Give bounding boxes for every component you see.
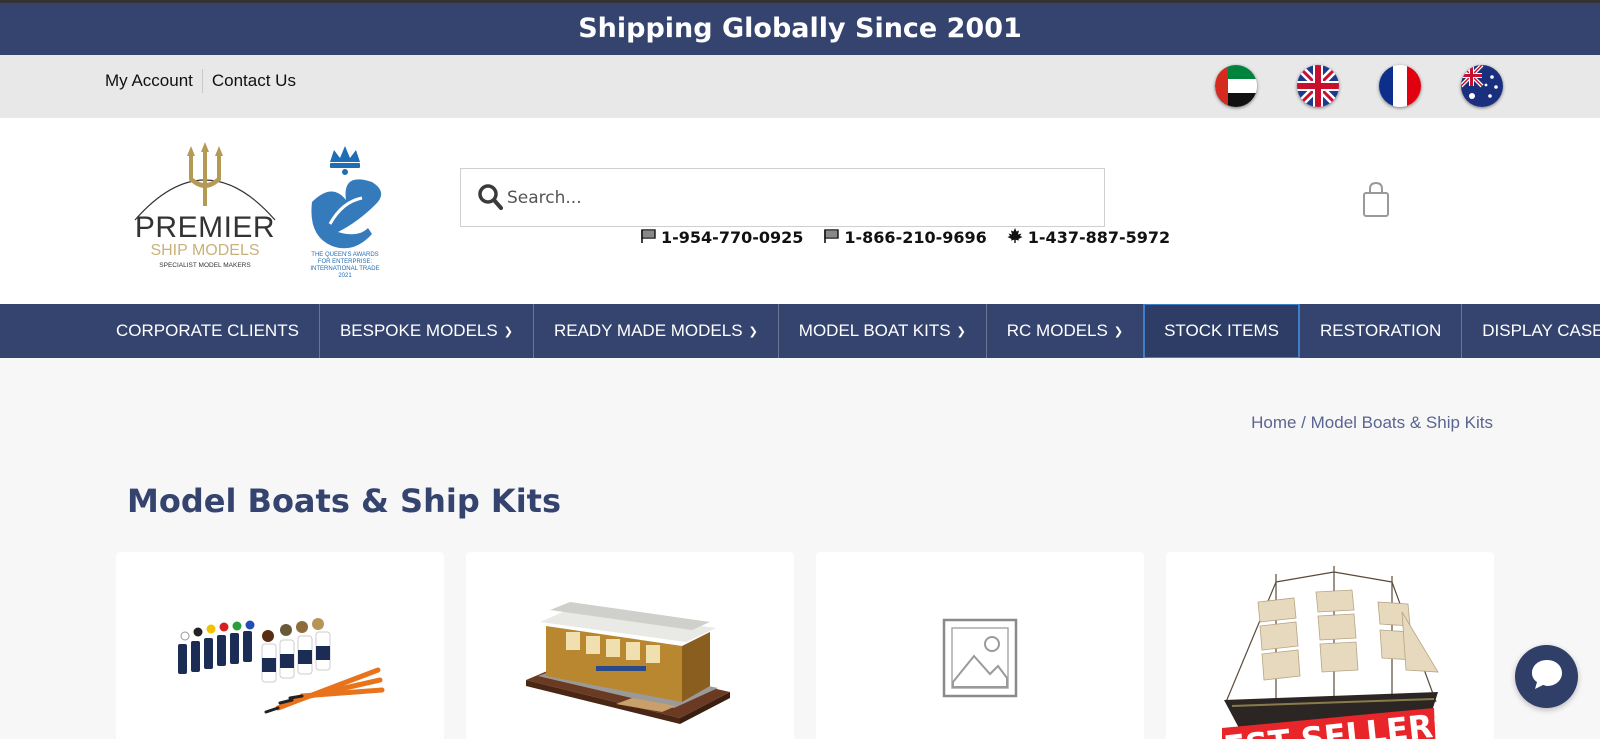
australia-flag-icon[interactable] [1461, 65, 1503, 107]
nav-model-boat-kits[interactable]: MODEL BOAT KITS ❯ [779, 304, 987, 358]
breadcrumb: Home / Model Boats & Ship Kits [1251, 413, 1493, 433]
search-form[interactable] [460, 168, 1105, 227]
nav-corporate-clients[interactable]: CORPORATE CLIENTS [96, 304, 320, 358]
nav-restoration[interactable]: RESTORATION [1300, 304, 1463, 358]
nav-label: STOCK ITEMS [1164, 321, 1280, 340]
cable-car-model-image[interactable] [466, 552, 794, 739]
nav-label: RESTORATION [1320, 321, 1442, 340]
page-title: Model Boats & Ship Kits [127, 482, 561, 520]
nav-label: CORPORATE CLIENTS [116, 321, 299, 340]
breadcrumb-separator: / [1296, 413, 1311, 432]
utility-bar: My Account Contact Us [0, 55, 1600, 118]
france-flag-icon[interactable] [1379, 65, 1421, 107]
phone-number: 1-437-887-5972 [1027, 228, 1171, 247]
breadcrumb-home-link[interactable]: Home [1251, 413, 1296, 432]
search-icon[interactable] [477, 183, 503, 216]
main-navigation: CORPORATE CLIENTS BESPOKE MODELS ❯ READY… [0, 304, 1600, 358]
contact-us-link[interactable]: Contact Us [203, 69, 305, 93]
my-account-link[interactable]: My Account [105, 69, 203, 93]
chat-button[interactable] [1515, 645, 1578, 708]
placeholder-image-icon[interactable] [816, 552, 1144, 739]
award-year: 2021 [338, 273, 352, 279]
chevron-down-icon: ❯ [956, 325, 966, 338]
phone-number: 1-954-770-0925 [661, 228, 804, 247]
sailing-ship-model-image[interactable]: BEST SELLERS [1166, 552, 1494, 739]
nav-bespoke-models[interactable]: BESPOKE MODELS ❯ [320, 304, 534, 358]
nav-label: BESPOKE MODELS [339, 321, 498, 340]
logo-line2: SHIP MODELS [150, 242, 259, 259]
product-card[interactable] [466, 552, 794, 739]
premier-ship-models-logo[interactable]: PREMIER SHIP MODELS SPECIALIST MODEL MAK… [130, 142, 280, 275]
phone-numbers: 1-954-770-0925 1-866-210-9696 1-437-887-… [640, 228, 1170, 247]
nav-stock-items[interactable]: STOCK ITEMS [1144, 304, 1301, 358]
chevron-down-icon: ❯ [1113, 325, 1124, 338]
uae-flag-icon[interactable] [1215, 65, 1257, 107]
us-flag-icon [823, 228, 840, 247]
nav-ready-made-models[interactable]: READY MADE MODELS ❯ [534, 304, 779, 358]
utility-links: My Account Contact Us [105, 69, 305, 93]
phone-us-1[interactable]: 1-954-770-0925 [640, 228, 803, 247]
nav-display-cases[interactable]: DISPLAY CASES [1462, 304, 1600, 358]
nav-label: RC MODELS [1006, 321, 1108, 340]
nav-label: DISPLAY CASES [1482, 321, 1600, 340]
phone-number: 1-866-210-9696 [844, 228, 987, 247]
product-grid: BEST SELLERS [116, 552, 1494, 739]
award-line2: FOR ENTERPRISE: [318, 259, 373, 265]
nav-list: CORPORATE CLIENTS BESPOKE MODELS ❯ READY… [96, 304, 1600, 358]
nav-rc-models[interactable]: RC MODELS ❯ [987, 304, 1145, 358]
logo-tagline: SPECIALIST MODEL MAKERS [159, 262, 251, 269]
product-card[interactable] [116, 552, 444, 739]
phone-us-2[interactable]: 1-866-210-9696 [823, 228, 987, 247]
us-flag-icon [640, 228, 656, 247]
award-line3: INTERNATIONAL TRADE [310, 266, 379, 272]
site-header: PREMIER SHIP MODELS SPECIALIST MODEL MAK… [0, 118, 1600, 304]
award-line1: THE QUEEN'S AWARDS [311, 252, 378, 258]
search-input[interactable] [507, 179, 1087, 217]
cart-icon[interactable] [1362, 181, 1390, 223]
uk-flag-icon[interactable] [1297, 65, 1339, 107]
promo-banner: Shipping Globally Since 2001 [0, 3, 1600, 55]
paint-set-image[interactable] [116, 552, 444, 739]
product-card[interactable] [816, 552, 1144, 739]
phone-canada[interactable]: 1-437-887-5972 [1007, 228, 1170, 247]
nav-label: READY MADE MODELS [553, 321, 743, 340]
queens-award-logo: THE QUEEN'S AWARDS FOR ENTERPRISE: INTER… [302, 142, 388, 287]
chevron-down-icon: ❯ [748, 325, 758, 338]
chat-bubble-icon [1530, 658, 1564, 695]
product-card[interactable]: BEST SELLERS [1166, 552, 1494, 739]
maple-leaf-icon [1007, 228, 1023, 247]
chevron-down-icon: ❯ [503, 325, 513, 338]
nav-label: MODEL BOAT KITS [798, 321, 951, 340]
logo-line1: PREMIER [135, 211, 275, 244]
breadcrumb-current: Model Boats & Ship Kits [1310, 413, 1493, 432]
